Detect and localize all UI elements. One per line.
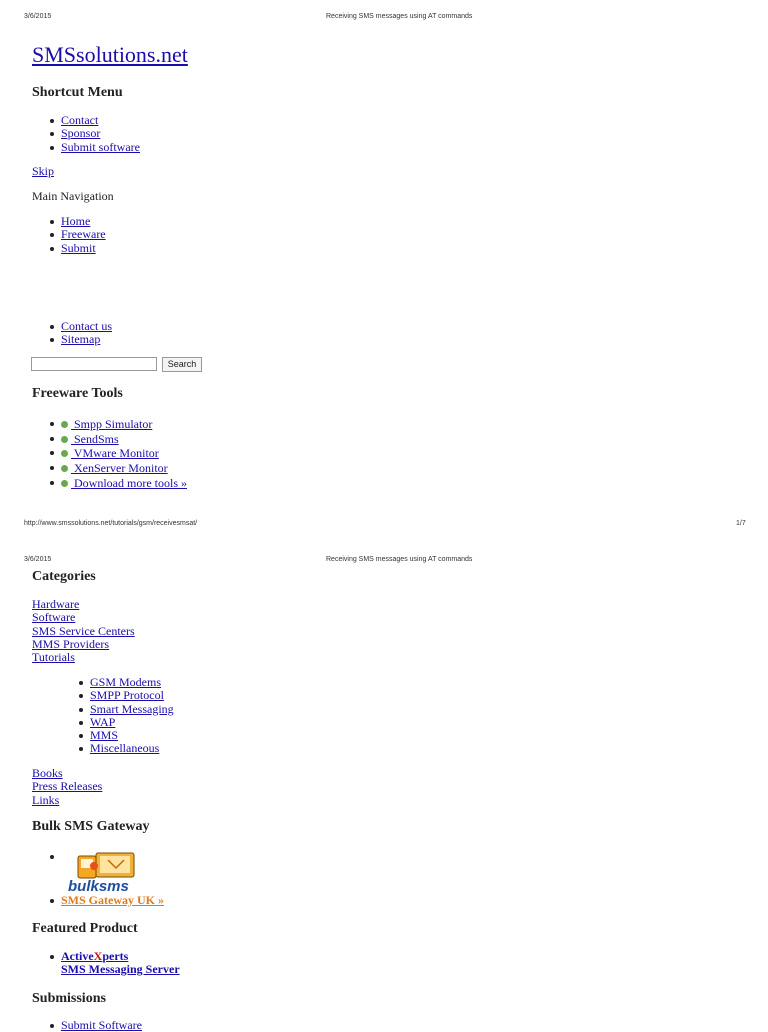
product-name: SMS Messaging Server (61, 962, 180, 977)
books-link[interactable]: Books (32, 766, 63, 780)
list-item: SendSms (50, 432, 187, 447)
featured-product-heading: Featured Product (32, 921, 138, 936)
skip-link[interactable]: Skip (32, 164, 54, 178)
nav-freeware-link[interactable]: Freeware (61, 227, 106, 241)
list-item: Contact us (50, 319, 112, 333)
bullet-gem-icon (61, 421, 68, 428)
list-item: Miscellaneous (79, 741, 174, 755)
list-item: Smpp Simulator (50, 417, 187, 432)
print-page-number: 1/7 (736, 520, 746, 527)
press-releases-link[interactable]: Press Releases (32, 779, 102, 793)
tutorial-wap-link[interactable]: WAP (90, 715, 115, 729)
bullet-gem-icon (61, 479, 68, 487)
shortcut-sponsor-link[interactable]: Sponsor (61, 126, 100, 140)
freeware-tools-list: Smpp Simulator SendSms VMware Monitor Xe… (50, 417, 187, 491)
tutorial-smpp-protocol-link[interactable]: SMPP Protocol (90, 688, 164, 702)
print-date-page2: 3/6/2015 (24, 556, 52, 563)
list-item: Contact (50, 113, 140, 127)
featured-product-list: ActiveXperts SMS Messaging Server (50, 949, 180, 977)
categories-more-list: Books Press Releases Links (32, 766, 102, 807)
submissions-heading: Submissions (32, 991, 106, 1006)
categories-heading: Categories (32, 569, 96, 584)
category-mms-providers-link[interactable]: MMS Providers (32, 637, 109, 651)
secondary-links-list: Contact us Sitemap (50, 319, 112, 347)
submissions-list: Submit Software (50, 1018, 142, 1032)
category-sms-service-centers-link[interactable]: SMS Service Centers (32, 624, 135, 638)
list-item: WAP (79, 715, 174, 729)
list-item: Submit (50, 241, 106, 255)
shortcut-contact-link[interactable]: Contact (61, 113, 98, 127)
list-item: SMPP Protocol (79, 688, 174, 702)
bulk-sms-heading: Bulk SMS Gateway (32, 819, 150, 834)
submit-software-link[interactable]: Submit Software (61, 1018, 142, 1032)
bulksms-logo[interactable]: bulksms (64, 850, 150, 896)
categories-list: Hardware Software SMS Service Centers MM… (32, 597, 135, 664)
tutorial-mms-link[interactable]: MMS (90, 728, 118, 742)
tutorial-smart-messaging-link[interactable]: Smart Messaging (90, 702, 174, 716)
tutorial-gsm-modems-link[interactable]: GSM Modems (90, 675, 161, 689)
list-item: XenServer Monitor (50, 461, 187, 476)
download-more-tools-link[interactable]: Download more tools » (71, 476, 187, 490)
brand-part-3: perts (102, 949, 129, 963)
contact-us-link[interactable]: Contact us (61, 319, 112, 333)
nav-submit-link[interactable]: Submit (61, 241, 96, 255)
shortcut-menu-list: Contact Sponsor Submit software (50, 113, 140, 154)
shortcut-menu-heading: Shortcut Menu (32, 85, 123, 100)
bullet-gem-icon (61, 465, 68, 473)
list-item: Smart Messaging (79, 702, 174, 716)
print-url: http://www.smssolutions.net/tutorials/gs… (24, 520, 198, 527)
main-navigation-label: Main Navigation (32, 189, 114, 203)
tool-xenserver-monitor-link[interactable]: XenServer Monitor (71, 461, 168, 475)
tutorial-miscellaneous-link[interactable]: Miscellaneous (90, 741, 159, 755)
category-software-link[interactable]: Software (32, 610, 75, 624)
list-item: MMS (79, 728, 174, 742)
links-link[interactable]: Links (32, 793, 59, 807)
list-item: Submit software (50, 140, 140, 154)
search-input[interactable] (31, 357, 157, 371)
print-page-title-page2: Receiving SMS messages using AT commands (326, 556, 473, 563)
featured-product-link[interactable]: ActiveXperts SMS Messaging Server (61, 949, 180, 976)
freeware-tools-heading: Freeware Tools (32, 386, 123, 401)
list-item: Freeware (50, 227, 106, 241)
shortcut-submit-software-link[interactable]: Submit software (61, 140, 140, 154)
print-page-title: Receiving SMS messages using AT commands (326, 13, 473, 20)
print-date: 3/6/2015 (24, 13, 52, 20)
list-item: Sitemap (50, 332, 112, 346)
svg-text:bulksms: bulksms (68, 878, 129, 895)
tool-smpp-simulator-link[interactable]: Smpp Simulator (71, 417, 152, 431)
list-item: Home (50, 214, 106, 228)
brand-part-1: Active (61, 949, 94, 963)
site-title-link[interactable]: SMSsolutions.net (32, 42, 188, 68)
tool-sendsms-link[interactable]: SendSms (71, 432, 119, 446)
list-item: GSM Modems (79, 675, 174, 689)
bullet-gem-icon (61, 450, 68, 458)
bullet-gem-icon (61, 435, 68, 443)
tutorials-sub-list: GSM Modems SMPP Protocol Smart Messaging… (79, 675, 174, 756)
category-tutorials-link[interactable]: Tutorials (32, 650, 75, 664)
list-item: Submit Software (50, 1018, 142, 1032)
nav-home-link[interactable]: Home (61, 214, 90, 228)
list-item: Download more tools » (50, 476, 187, 491)
list-item: Sponsor (50, 126, 140, 140)
category-hardware-link[interactable]: Hardware (32, 597, 79, 611)
list-item: VMware Monitor (50, 446, 187, 461)
tool-vmware-monitor-link[interactable]: VMware Monitor (71, 446, 159, 460)
sitemap-link[interactable]: Sitemap (61, 332, 100, 346)
main-navigation-list: Home Freeware Submit (50, 214, 106, 255)
search-button[interactable]: Search (162, 357, 202, 372)
list-item: ActiveXperts SMS Messaging Server (50, 949, 180, 977)
